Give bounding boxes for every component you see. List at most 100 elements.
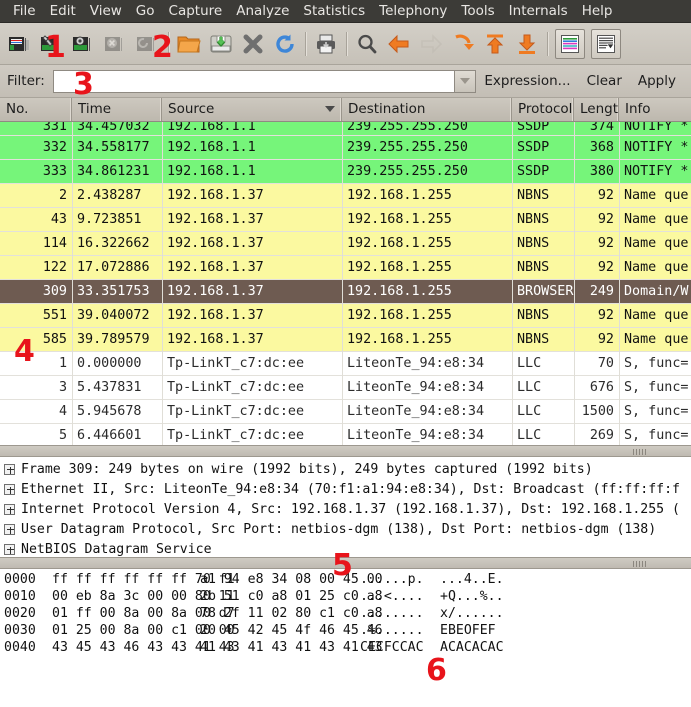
packet-row[interactable]: 585 39.789579 192.168.1.37 192.168.1.255 NBN… xyxy=(0,328,691,351)
go-back-icon[interactable] xyxy=(383,27,415,61)
menu-item-statistics[interactable]: Statistics xyxy=(296,1,372,22)
column-header-label: Length xyxy=(580,101,619,117)
close-file-icon[interactable] xyxy=(237,27,269,61)
hex-ascii1: ...<.... xyxy=(360,589,424,604)
detail-tree-row[interactable]: User Datagram Protocol, Src Port: netbio… xyxy=(0,519,691,539)
packet-row[interactable]: 3 5.437831 Tp-LinkT_c7:dc:ee LiteonTe_94:e8… xyxy=(0,376,691,399)
restart-capture-icon[interactable] xyxy=(132,27,164,61)
packet-row[interactable]: 333 34.861231 192.168.1.1 239.255.255.250 SS… xyxy=(0,160,691,183)
column-header-time[interactable]: Time xyxy=(72,98,162,121)
column-header-label: Destination xyxy=(348,101,426,117)
menu-item-file[interactable]: File xyxy=(6,1,43,22)
packet-cell-no: 585 xyxy=(42,332,67,347)
capture-options-icon[interactable] xyxy=(36,27,68,61)
packet-cell-info: NOTIFY * xyxy=(624,140,689,155)
hex-dump-row[interactable]: 0000 ff ff ff ff ff ff 70 f1 a1 94 e8 34 0… xyxy=(0,571,691,588)
filter-apply-button[interactable]: Apply xyxy=(630,73,684,89)
packet-cell-length: 92 xyxy=(597,212,614,227)
packet-cell-no: 122 xyxy=(42,260,67,275)
packet-row[interactable]: 114 16.322662 192.168.1.37 192.168.1.255 NBN… xyxy=(0,232,691,255)
menu-item-edit[interactable]: Edit xyxy=(43,1,83,22)
packet-cell-no: 2 xyxy=(58,188,67,203)
packet-cell-no: 333 xyxy=(42,164,67,179)
packet-row[interactable]: 309 33.351753 192.168.1.37 192.168.1.255 BRO… xyxy=(0,280,691,303)
plus-box-icon[interactable] xyxy=(4,483,15,495)
go-last-packet-icon[interactable] xyxy=(511,27,543,61)
detail-tree-row[interactable]: Internet Protocol Version 4, Src: 192.16… xyxy=(0,499,691,519)
find-packet-icon[interactable] xyxy=(351,27,383,61)
hex-dump-row[interactable]: 0010 00 eb 8a 3c 00 00 80 11 2b 51 c0 a8 0… xyxy=(0,588,691,605)
packet-row[interactable]: 332 34.558177 192.168.1.1 239.255.255.250 SS… xyxy=(0,136,691,159)
detail-tree-row[interactable]: Frame 309: 249 bytes on wire (1992 bits)… xyxy=(0,459,691,479)
save-file-icon[interactable] xyxy=(205,27,237,61)
packet-list-rows[interactable]: 331 34.457032 192.168.1.1 239.255.255.250 SS… xyxy=(0,117,691,445)
packet-cell-source: Tp-LinkT_c7:dc:ee xyxy=(167,356,305,371)
packet-row[interactable]: 122 17.072886 192.168.1.37 192.168.1.255 NBN… xyxy=(0,256,691,279)
chevron-down-icon xyxy=(460,78,471,84)
toolbar-separator-4 xyxy=(547,31,548,56)
hex-dump-row[interactable]: 0020 01 ff 00 8a 00 8a 00 d7 78 2f 11 02 8… xyxy=(0,605,691,622)
packet-cell-length: 92 xyxy=(597,236,614,251)
packet-cell-no: 1 xyxy=(58,356,67,371)
column-header-source[interactable]: Source xyxy=(162,98,342,121)
packet-list-hscrollbar[interactable] xyxy=(0,445,691,457)
column-header-protocol[interactable]: Protocol xyxy=(512,98,574,121)
stop-capture-icon[interactable] xyxy=(100,27,132,61)
packet-cell-source: Tp-LinkT_c7:dc:ee xyxy=(167,428,305,443)
packet-list-pane[interactable]: No. Time Source Destination Protocol Length In… xyxy=(0,98,691,445)
reload-file-icon[interactable] xyxy=(269,27,301,61)
menu-item-analyze[interactable]: Analyze xyxy=(229,1,296,22)
column-divider xyxy=(619,122,620,445)
filter-clear-button[interactable]: Clear xyxy=(579,73,630,89)
filter-dropdown-button[interactable] xyxy=(454,69,477,93)
hex-ascii1: .%...... xyxy=(360,623,424,638)
hex-ascii2: x/...... xyxy=(440,606,504,621)
column-header-length[interactable]: Length xyxy=(574,98,619,121)
column-header-info[interactable]: Info xyxy=(619,98,691,121)
packet-cell-length: 92 xyxy=(597,332,614,347)
menu-item-tools[interactable]: Tools xyxy=(454,1,501,22)
menu-item-telephony[interactable]: Telephony xyxy=(372,1,454,22)
hex-dump-row[interactable]: 0030 01 25 00 8a 00 c1 00 00 20 45 42 45 4… xyxy=(0,622,691,639)
autoscroll-icon[interactable] xyxy=(591,28,621,59)
column-header-destination[interactable]: Destination xyxy=(342,98,512,121)
plus-box-icon[interactable] xyxy=(4,463,15,475)
go-forward-icon[interactable] xyxy=(415,27,447,61)
menu-item-capture[interactable]: Capture xyxy=(162,1,230,22)
hex-hex2: 41 43 41 43 41 43 41 43 xyxy=(200,640,383,655)
menu-item-internals[interactable]: Internals xyxy=(502,1,575,22)
plus-box-icon[interactable] xyxy=(4,523,15,535)
detail-tree-row[interactable]: NetBIOS Datagram Service xyxy=(0,539,691,557)
packet-details-pane[interactable]: Frame 309: 249 bytes on wire (1992 bits)… xyxy=(0,457,691,557)
filter-expression-button[interactable]: Expression... xyxy=(476,73,578,89)
filter-input[interactable] xyxy=(52,69,455,93)
open-file-icon[interactable] xyxy=(173,27,205,61)
menu-item-go[interactable]: Go xyxy=(129,1,162,22)
plus-box-icon[interactable] xyxy=(4,543,15,555)
packet-cell-protocol: NBNS xyxy=(517,260,550,275)
packet-bytes-pane[interactable]: 0000 ff ff ff ff ff ff 70 f1 a1 94 e8 34 0… xyxy=(0,569,691,707)
hex-ascii2: ...4..E. xyxy=(440,572,504,587)
packet-cell-info: Domain/W xyxy=(624,284,689,299)
packet-cell-no: 4 xyxy=(58,404,67,419)
interfaces-icon[interactable] xyxy=(4,27,36,61)
packet-details-hscrollbar[interactable] xyxy=(0,557,691,569)
packet-row[interactable]: 2 2.438287 192.168.1.37 192.168.1.255 NBNS 92… xyxy=(0,184,691,207)
packet-row[interactable]: 1 0.000000 Tp-LinkT_c7:dc:ee LiteonTe_94:e8… xyxy=(0,352,691,375)
menu-item-view[interactable]: View xyxy=(83,1,129,22)
packet-row[interactable]: 43 9.723851 192.168.1.37 192.168.1.255 NBNS 9… xyxy=(0,208,691,231)
packet-row[interactable]: 5 6.446601 Tp-LinkT_c7:dc:ee LiteonTe_94:e8… xyxy=(0,424,691,445)
plus-box-icon[interactable] xyxy=(4,503,15,515)
column-header-no[interactable]: No. xyxy=(0,98,72,121)
colorize-icon[interactable] xyxy=(555,28,585,59)
go-to-packet-icon[interactable] xyxy=(447,27,479,61)
detail-tree-row[interactable]: Ethernet II, Src: LiteonTe_94:e8:34 (70:… xyxy=(0,479,691,499)
go-first-packet-icon[interactable] xyxy=(479,27,511,61)
packet-row[interactable]: 4 5.945678 Tp-LinkT_c7:dc:ee LiteonTe_94:e8… xyxy=(0,400,691,423)
packet-row[interactable]: 551 39.040072 192.168.1.37 192.168.1.255 NBN… xyxy=(0,304,691,327)
menu-item-help[interactable]: Help xyxy=(575,1,620,22)
column-header-label: Source xyxy=(168,101,215,117)
print-icon[interactable] xyxy=(310,27,342,61)
start-capture-icon[interactable] xyxy=(68,27,100,61)
hex-dump-row[interactable]: 0040 43 45 43 46 43 43 41 43 41 43 41 43 4… xyxy=(0,639,691,656)
